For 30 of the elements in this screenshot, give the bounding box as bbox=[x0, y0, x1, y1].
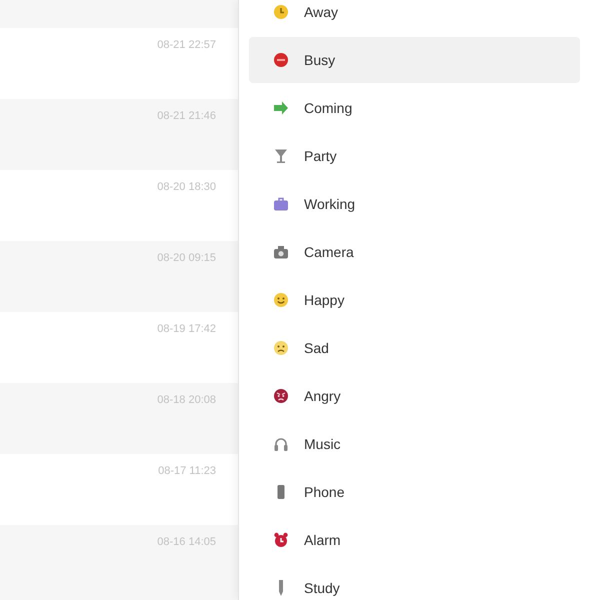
menu-item[interactable]: Alarm bbox=[249, 517, 580, 563]
menu-item[interactable]: Angry bbox=[249, 373, 580, 419]
angry-face-icon bbox=[273, 388, 289, 404]
pen-icon bbox=[279, 580, 283, 596]
smiley-icon bbox=[273, 292, 289, 308]
menu-item[interactable]: Away bbox=[249, 0, 580, 35]
cocktail-glass-icon bbox=[273, 148, 289, 164]
timestamp: 08-20 18:30 bbox=[157, 181, 216, 193]
menu-item[interactable]: Coming bbox=[249, 85, 580, 131]
menu-item[interactable]: Happy bbox=[249, 277, 580, 323]
menu-item[interactable]: Phone bbox=[249, 469, 580, 515]
headphones-icon bbox=[273, 436, 289, 452]
timestamp: 08-17 11:23 bbox=[158, 465, 216, 477]
menu-item[interactable]: Working bbox=[249, 181, 580, 227]
phone-icon bbox=[277, 484, 285, 500]
sad-face-icon bbox=[273, 340, 289, 356]
menu-item[interactable]: Study bbox=[249, 565, 580, 600]
no-entry-icon bbox=[273, 52, 289, 68]
timestamp: 08-21 22:57 bbox=[157, 39, 216, 51]
alarm-clock-icon bbox=[273, 532, 289, 548]
clock-icon bbox=[273, 4, 289, 20]
timestamp: 08-19 17:42 bbox=[157, 323, 216, 335]
briefcase-icon bbox=[273, 196, 289, 212]
menu-item[interactable]: Sad bbox=[249, 325, 580, 371]
camera-icon bbox=[273, 244, 289, 260]
menu-item[interactable]: Camera bbox=[249, 229, 580, 275]
menu-item[interactable]: Party bbox=[249, 133, 580, 179]
menu-item[interactable]: Busy bbox=[249, 37, 580, 83]
arrow-icon bbox=[273, 100, 289, 116]
menu-item[interactable]: Music bbox=[249, 421, 580, 467]
